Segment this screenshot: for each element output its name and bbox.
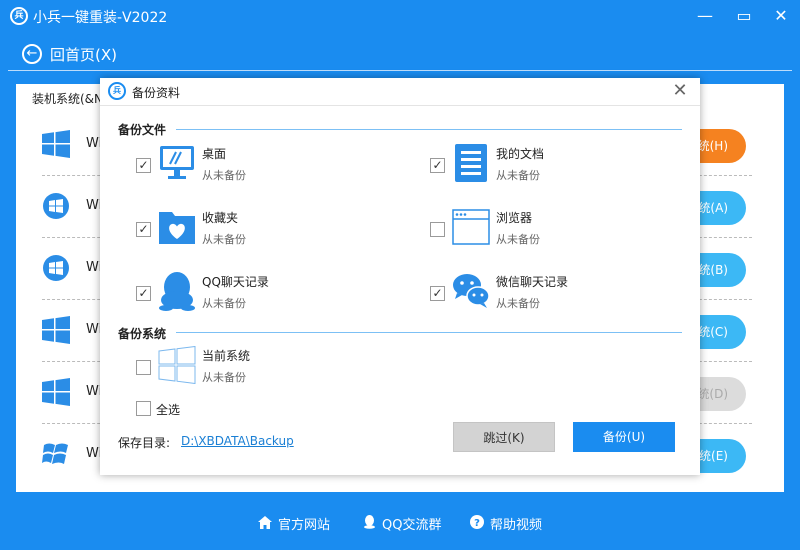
wechat-chat-label: 微信聊天记录 <box>496 275 569 289</box>
app-logo-icon: 兵 <box>10 7 28 25</box>
maximize-button[interactable]: ▭ <box>733 6 755 26</box>
dialog-title-bar: 兵 备份资料 ✕ <box>100 78 700 106</box>
wechat-chat-checkbox[interactable]: ✓ <box>430 286 445 301</box>
qq-chat-label: QQ聊天记录 <box>202 275 269 289</box>
browser-checkbox[interactable] <box>430 222 445 237</box>
qq-chat-checkbox[interactable]: ✓ <box>136 286 151 301</box>
dialog-logo-icon: 兵 <box>108 82 126 100</box>
save-dir-link[interactable]: D:\XBDATA\Backup <box>181 434 294 448</box>
backup-dialog: 兵 备份资料 ✕ 备份文件 ✓ 桌面 从未备份 ✓ 我的文档 从未备份 ✓ 收藏… <box>100 78 700 475</box>
document-icon <box>452 144 490 184</box>
wechat-chat-status: 从未备份 <box>496 297 540 310</box>
windows-10-icon <box>42 316 70 344</box>
select-all-checkbox[interactable] <box>136 401 151 416</box>
browser-status: 从未备份 <box>496 233 540 246</box>
help-icon: ? <box>470 515 484 533</box>
favorites-status: 从未备份 <box>202 233 246 246</box>
documents-checkbox[interactable]: ✓ <box>430 158 445 173</box>
section-backup-files: 备份文件 <box>118 123 167 137</box>
save-dir-label: 保存目录: <box>118 436 171 450</box>
desktop-checkbox[interactable]: ✓ <box>136 158 151 173</box>
backup-item-desktop[interactable]: ✓ 桌面 从未备份 <box>136 144 396 196</box>
windows-10-icon <box>42 378 70 406</box>
windows-logo-icon <box>158 345 196 386</box>
windows-7-icon <box>42 254 70 282</box>
backup-item-browser[interactable]: 浏览器 从未备份 <box>430 208 690 260</box>
qq-penguin-icon <box>158 272 196 312</box>
monitor-icon <box>158 144 196 184</box>
favorites-checkbox[interactable]: ✓ <box>136 222 151 237</box>
section-backup-system: 备份系统 <box>118 327 167 341</box>
official-site-label: 官方网站 <box>278 518 331 533</box>
browser-window-icon <box>452 208 490 248</box>
backup-button[interactable]: 备份(U) <box>573 422 675 452</box>
skip-button[interactable]: 跳过(K) <box>453 422 555 452</box>
minimize-button[interactable]: — <box>694 6 716 26</box>
documents-label: 我的文档 <box>496 147 545 161</box>
qq-group-link[interactable]: QQ交流群 <box>363 514 441 533</box>
heart-folder-icon <box>158 208 196 248</box>
help-video-label: 帮助视频 <box>490 518 543 533</box>
desktop-status: 从未备份 <box>202 169 246 182</box>
qq-chat-status: 从未备份 <box>202 297 246 310</box>
current-system-checkbox[interactable] <box>136 360 151 375</box>
close-button[interactable]: ✕ <box>770 6 792 26</box>
title-bar: 兵 小兵一键重装-V2022 — ▭ ✕ <box>0 0 800 34</box>
section-divider <box>176 129 682 130</box>
documents-status: 从未备份 <box>496 169 540 182</box>
home-icon <box>258 516 272 533</box>
qq-icon <box>363 515 376 533</box>
dialog-title: 备份资料 <box>132 86 181 100</box>
backup-item-documents[interactable]: ✓ 我的文档 从未备份 <box>430 144 690 196</box>
back-home-link[interactable]: 回首页(X) <box>50 44 117 65</box>
windows-xp-icon <box>42 440 70 468</box>
official-site-link[interactable]: 官方网站 <box>258 514 330 533</box>
section-divider <box>176 332 682 333</box>
favorites-label: 收藏夹 <box>202 211 239 225</box>
wechat-icon <box>452 272 490 312</box>
select-all-label: 全选 <box>156 403 181 417</box>
backup-item-current-system[interactable]: 当前系统 从未备份 <box>136 345 396 398</box>
dialog-close-button[interactable]: ✕ <box>670 81 690 101</box>
header-divider <box>8 70 792 71</box>
backup-item-favorites[interactable]: ✓ 收藏夹 从未备份 <box>136 208 396 260</box>
app-title: 小兵一键重装-V2022 <box>33 10 168 26</box>
desktop-label: 桌面 <box>202 147 227 161</box>
backup-item-qq-chat[interactable]: ✓ QQ聊天记录 从未备份 <box>136 272 396 324</box>
current-system-label: 当前系统 <box>202 349 251 363</box>
panel-title: 装机系统(&N) <box>32 92 108 106</box>
browser-label: 浏览器 <box>496 211 533 225</box>
help-video-link[interactable]: ? 帮助视频 <box>470 514 542 533</box>
back-arrow-icon[interactable]: ← <box>22 44 42 64</box>
svg-text:?: ? <box>474 518 480 529</box>
qq-group-label: QQ交流群 <box>382 518 442 533</box>
windows-7-icon <box>42 192 70 220</box>
windows-10-icon <box>42 130 70 158</box>
current-system-status: 从未备份 <box>202 371 246 384</box>
backup-item-wechat-chat[interactable]: ✓ 微信聊天记录 从未备份 <box>430 272 690 324</box>
